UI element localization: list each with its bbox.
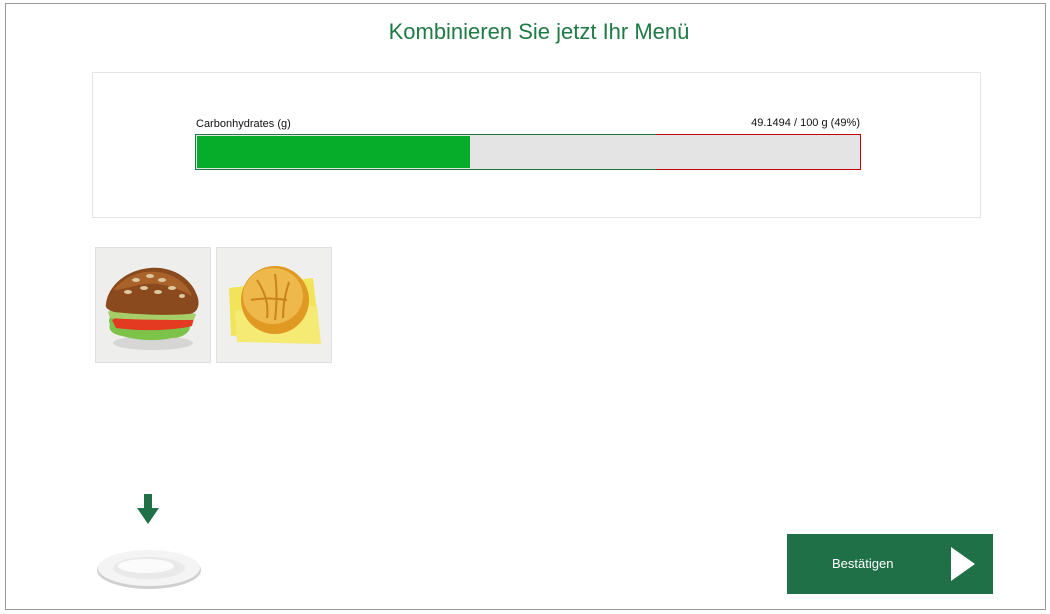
sandwich-image	[96, 248, 210, 362]
bread-roll-with-cheese-image	[217, 248, 331, 362]
page-title: Kombinieren Sie jetzt Ihr Menü	[388, 19, 690, 44]
play-triangle-icon	[951, 547, 975, 581]
nutrient-label: Carbonhydrates (g)	[196, 118, 291, 130]
nutrient-value: 49.1494 / 100 g (49%)	[751, 117, 860, 129]
confirm-button-label: Bestätigen	[832, 556, 894, 571]
food-item-sandwich[interactable]	[95, 247, 211, 363]
food-item-bread-roll-cheese[interactable]	[216, 247, 332, 363]
nutrient-progress-bar	[195, 134, 861, 170]
plate-icon[interactable]	[96, 548, 202, 590]
progress-fill	[197, 136, 470, 168]
confirm-button[interactable]: Bestätigen	[787, 534, 993, 594]
arrow-down-icon	[137, 494, 159, 524]
progress-over-limit-zone	[656, 134, 861, 170]
